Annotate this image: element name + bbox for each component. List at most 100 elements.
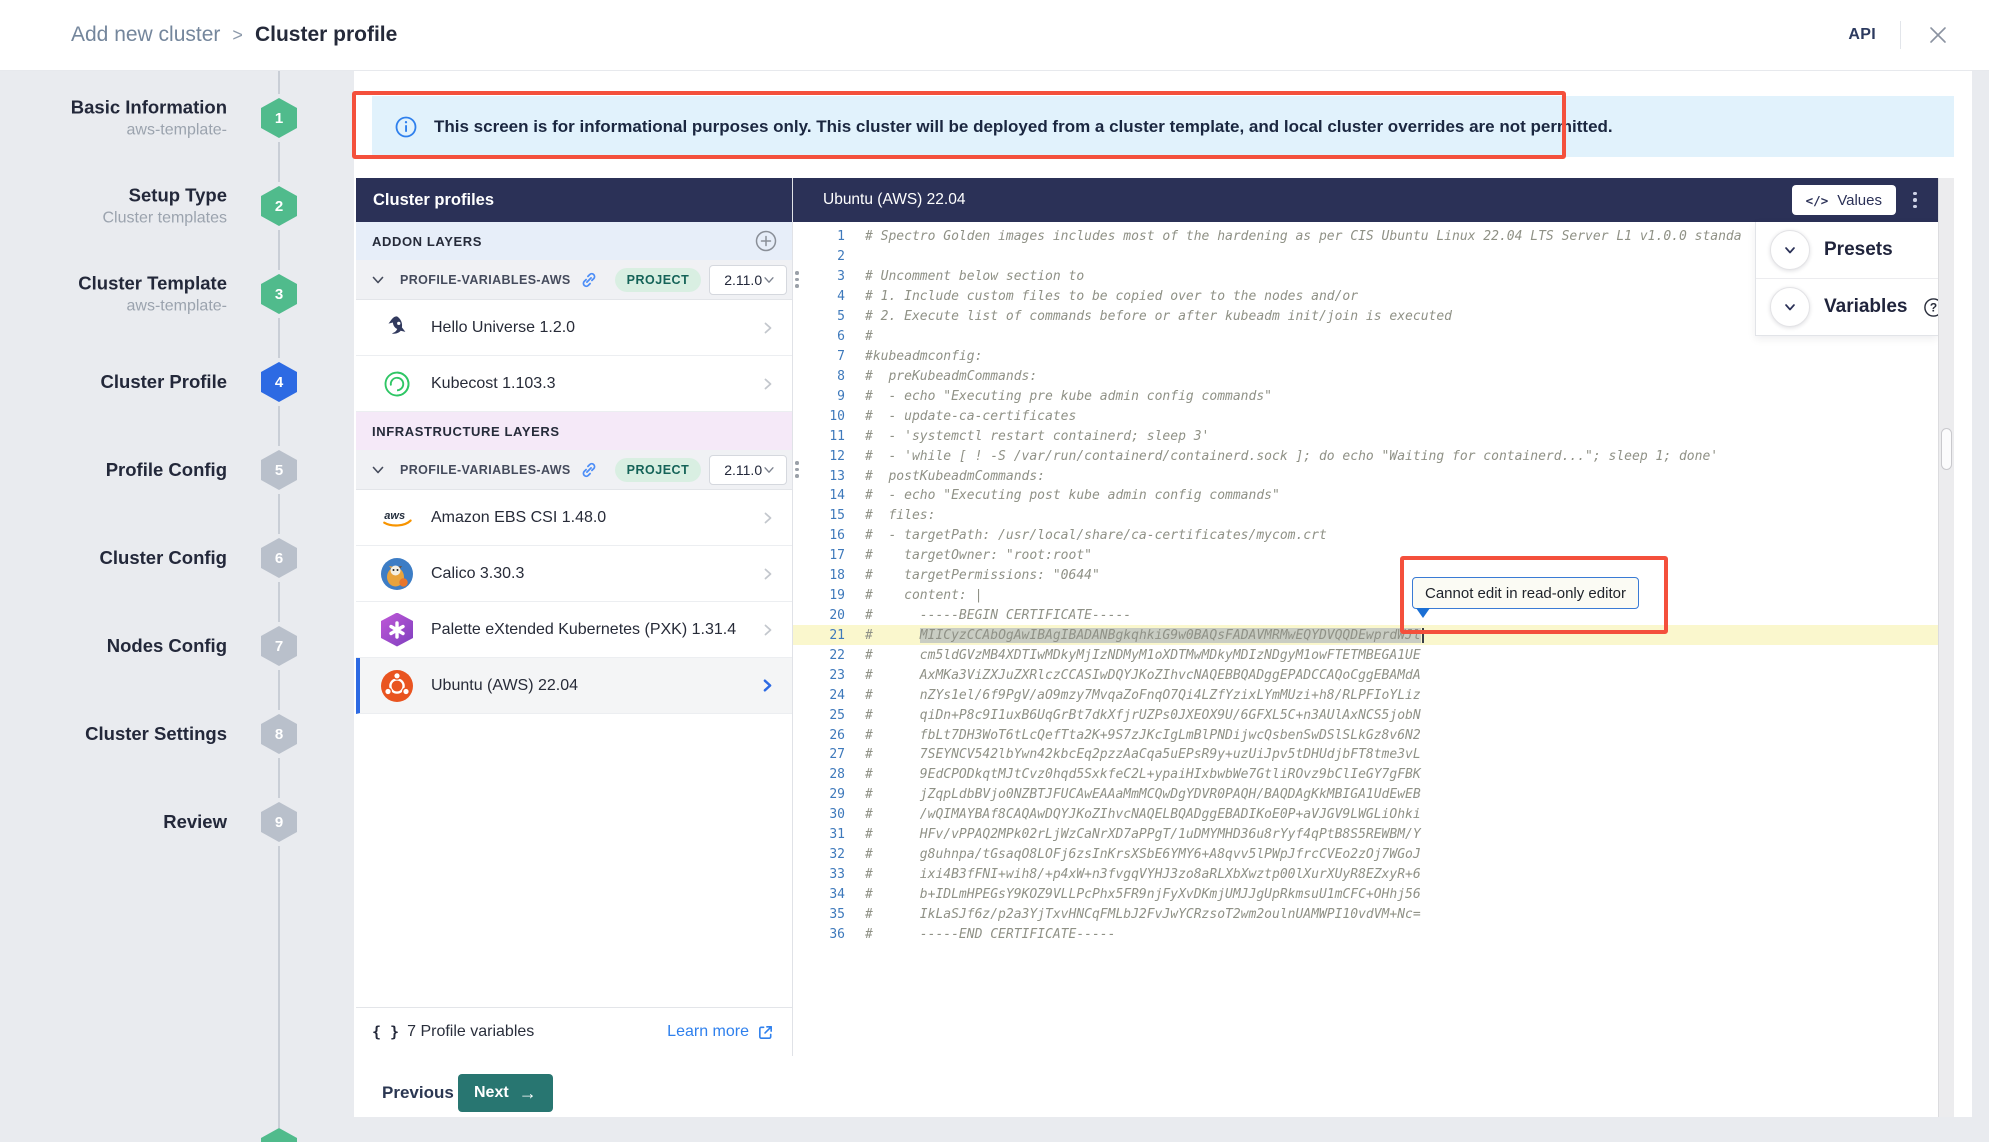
row-menu-kebab-icon[interactable] xyxy=(795,459,799,481)
breadcrumb: Add new cluster > Cluster profile xyxy=(71,0,397,70)
editor-title: Ubuntu (AWS) 22.04 xyxy=(823,191,1792,209)
values-button[interactable]: </> Values xyxy=(1792,185,1896,215)
line-text: # fbLt7DH3WoT6tLcQefTta2K+9S7zJKcIgLmBlP… xyxy=(865,728,1421,743)
stepper-step-cluster-template[interactable]: Cluster Templateaws-template- 3 xyxy=(0,270,354,318)
variables-toggle[interactable]: Variables ? xyxy=(1756,278,1938,335)
scrollbar-thumb[interactable] xyxy=(1941,428,1952,470)
step-label: Cluster Config xyxy=(100,547,227,568)
external-link-icon xyxy=(757,1024,774,1041)
step-label: Basic Information xyxy=(71,97,227,118)
stepper-step-nodes-config[interactable]: Nodes Config 7 xyxy=(0,622,354,670)
top-bar: Add new cluster > Cluster profile API xyxy=(0,0,1989,71)
profile-layer-item-kubecost-1-103-3[interactable]: Kubecost 1.103.3 xyxy=(356,356,792,412)
line-text: # jZqpLdbBVjo0NZBTJFUCAwEAAaMmMCQwDgYDVR… xyxy=(865,787,1421,802)
code-line-34: 34# b+IDLmHPEGsY9KOZ9VLLPcPhx5FR9njFyXvD… xyxy=(793,884,1938,904)
version-select[interactable]: 2.11.0 xyxy=(709,265,787,295)
line-text: # preKubeadmCommands: xyxy=(865,369,1037,384)
line-number: 1 xyxy=(793,229,845,244)
step-number: 4 xyxy=(261,362,297,402)
section-header-addon-layers: ADDON LAYERS xyxy=(356,222,792,260)
step-number-hexagon: 1 xyxy=(256,94,302,142)
next-button-label: Next xyxy=(474,1084,509,1102)
close-icon[interactable] xyxy=(1925,22,1951,48)
breadcrumb-parent[interactable]: Add new cluster xyxy=(71,23,220,47)
line-number: 28 xyxy=(793,767,845,782)
chevron-right-icon xyxy=(760,510,776,526)
editor-scrollbar[interactable] xyxy=(1938,178,1954,1117)
presets-toggle[interactable]: Presets xyxy=(1756,222,1938,278)
page-title: Cluster profile xyxy=(255,23,397,47)
stepper-step-cluster-profile[interactable]: Cluster Profile 4 xyxy=(0,358,354,406)
step-text: Cluster Profile xyxy=(101,371,227,393)
code-line-22: 22# cm5ldGVzMB4XDTIwMDkyMjIzNDMyM1oXDTMw… xyxy=(793,645,1938,665)
step-number: 1 xyxy=(261,98,297,138)
code-line-28: 28# 9EdCPODkqtMJtCvz0hqd5SxkfeC2L+ypaiHI… xyxy=(793,765,1938,785)
line-number: 16 xyxy=(793,528,845,543)
collapse-chevron-icon[interactable] xyxy=(370,462,386,478)
stepper-step-setup-type[interactable]: Setup TypeCluster templates2 xyxy=(0,182,354,230)
stepper: Basic Informationaws-template- 1 Setup Typ… xyxy=(0,70,354,1142)
line-text: # -----BEGIN CERTIFICATE----- xyxy=(865,608,1131,623)
profile-layer-item-ubuntu-aws-22-04[interactable]: Ubuntu (AWS) 22.04 xyxy=(356,658,792,714)
code-icon: </> xyxy=(1806,193,1829,208)
step-text: Cluster Templateaws-template- xyxy=(78,273,227,316)
editor-header: Ubuntu (AWS) 22.04 </> Values xyxy=(793,178,1938,222)
editor-menu-kebab-icon[interactable] xyxy=(1908,189,1922,211)
code-line-23: 23# AxMKa3ViZXJuZXRlczCCASIwDQYJKoZIhvcN… xyxy=(793,665,1938,685)
profile-variables-row[interactable]: PROFILE-VARIABLES-AWSPROJECT2.11.0 xyxy=(356,450,792,490)
previous-button[interactable]: Previous xyxy=(382,1074,454,1112)
code-line-7: 7#kubeadmconfig: xyxy=(793,347,1938,367)
layer-name: Calico 3.30.3 xyxy=(431,565,760,583)
code-line-16: 16 # - targetPath: /usr/local/share/ca-ce… xyxy=(793,526,1938,546)
api-button[interactable]: API xyxy=(1848,26,1876,44)
profile-layer-item-palette-extended-kubernetes-pxk-1-31-4[interactable]: Palette eXtended Kubernetes (PXK) 1.31.4 xyxy=(356,602,792,658)
code-line-30: 30# /wQIMAYBAf8CAQAwDQYJKoZIhvcNAQELBQAD… xyxy=(793,805,1938,825)
collapse-chevron-icon[interactable] xyxy=(370,272,386,288)
next-button[interactable]: Next → xyxy=(458,1074,553,1112)
line-text: # content: | xyxy=(865,588,982,603)
step-number-hexagon: 7 xyxy=(256,622,302,670)
row-menu-kebab-icon[interactable] xyxy=(795,269,799,291)
editor-code-area[interactable]: 1# Spectro Golden images includes most o… xyxy=(793,222,1938,1117)
add-layer-icon[interactable] xyxy=(754,229,778,253)
stepper-step-basic-information[interactable]: Basic Informationaws-template- 1 xyxy=(0,94,354,142)
profile-variables-count: 7 Profile variables xyxy=(407,1023,667,1041)
step-label: Cluster Template xyxy=(78,273,227,294)
line-number: 14 xyxy=(793,488,845,503)
code-line-20: 20# -----BEGIN CERTIFICATE----- xyxy=(793,606,1938,626)
chevron-right-icon xyxy=(759,677,776,694)
readonly-tooltip: Cannot edit in read-only editor xyxy=(1412,577,1639,609)
chevron-right-icon xyxy=(760,566,776,582)
layer-name: Ubuntu (AWS) 22.04 xyxy=(431,677,759,695)
editor-side-panel: Presets Variables ? xyxy=(1755,222,1938,336)
step-text: Basic Informationaws-template- xyxy=(71,97,227,140)
stepper-step-cluster-config[interactable]: Cluster Config6 xyxy=(0,534,354,582)
learn-more-link[interactable]: Learn more xyxy=(667,1023,774,1041)
profile-variables-row[interactable]: PROFILE-VARIABLES-AWSPROJECT2.11.0 xyxy=(356,260,792,300)
step-number-hexagon: 4 xyxy=(256,358,302,406)
step-number-hexagon: 3 xyxy=(256,270,302,318)
stepper-step-review[interactable]: Review9 xyxy=(0,798,354,846)
ubuntu-icon xyxy=(380,669,414,703)
line-number: 30 xyxy=(793,807,845,822)
version-select[interactable]: 2.11.0 xyxy=(709,455,787,485)
stepper-step-cluster-settings[interactable]: Cluster Settings8 xyxy=(0,710,354,758)
version-value: 2.11.0 xyxy=(724,272,762,288)
profile-layer-item-amazon-ebs-csi-1-48-0[interactable]: awsAmazon EBS CSI 1.48.0 xyxy=(356,490,792,546)
variables-chevron-icon[interactable] xyxy=(1770,287,1810,327)
step-sublabel: Cluster templates xyxy=(103,210,228,228)
line-number: 17 xyxy=(793,548,845,563)
step-text: Nodes Config xyxy=(107,635,227,657)
line-text: # - targetPath: /usr/local/share/ca-cert… xyxy=(865,528,1327,543)
profile-layer-item-calico-3-30-3[interactable]: Calico 3.30.3 xyxy=(356,546,792,602)
stepper-step-profile-config[interactable]: Profile Config5 xyxy=(0,446,354,494)
selected-text: MIICyzCCAbOgAwIBAgIBADANBgkqhkiG9w0BAQsF… xyxy=(920,628,1421,643)
presets-chevron-icon[interactable] xyxy=(1770,230,1810,270)
readonly-tooltip-arrow xyxy=(1416,608,1430,618)
line-number: 10 xyxy=(793,409,845,424)
aws-icon: aws xyxy=(380,501,414,535)
line-number: 3 xyxy=(793,269,845,284)
pxk-icon xyxy=(380,613,414,647)
profile-layer-item-hello-universe-1-2-0[interactable]: Hello Universe 1.2.0 xyxy=(356,300,792,356)
line-text: # ixi4B3fFNI+wih8/+p4xW+n3fvgqVYHJ3zo8aR… xyxy=(865,867,1421,882)
